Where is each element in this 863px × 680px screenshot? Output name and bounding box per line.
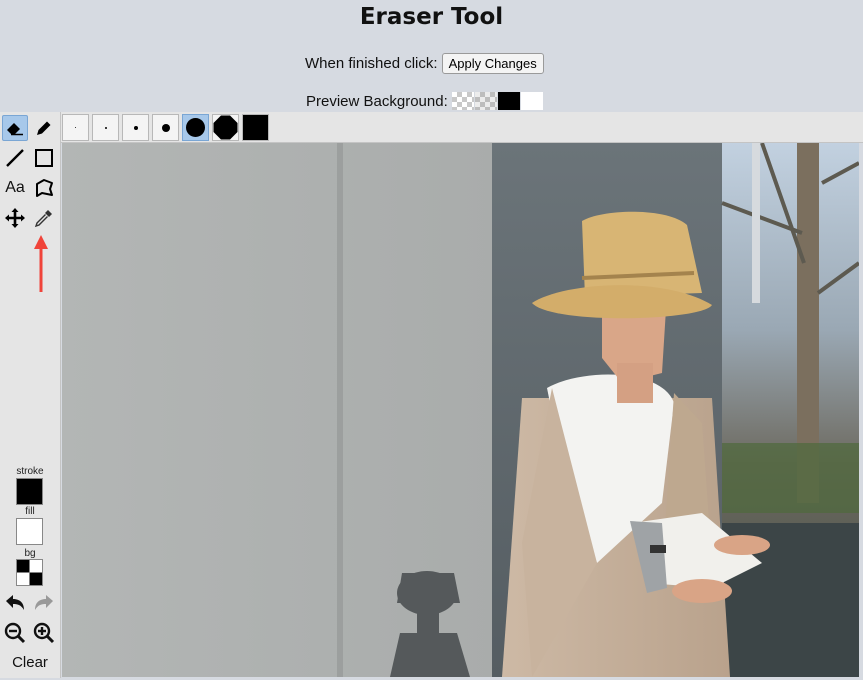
apply-row: When finished click: Apply Changes [305,53,544,74]
annotation-arrow-icon [34,235,48,292]
preview-bg-black[interactable] [497,92,520,110]
eraser-tool[interactable] [2,115,28,141]
brush-size-3[interactable] [122,114,149,141]
zoom-out-button[interactable] [2,620,28,646]
editing-canvas[interactable] [62,143,859,677]
fill-label: fill [25,506,35,517]
polygon-select-icon [36,179,53,197]
size-dot-icon [186,118,205,137]
size-dot-icon [75,127,76,128]
eraser-icon [7,123,23,136]
zoom-in-icon [33,622,55,644]
clear-button[interactable]: Clear [0,654,60,671]
pencil-tool[interactable] [31,115,57,141]
undo-icon [6,595,24,610]
brush-size-1[interactable] [62,114,89,141]
rectangle-tool[interactable] [31,145,57,171]
apply-prompt: When finished click: [305,55,438,72]
eyedropper-icon [34,210,52,228]
zoom-in-button[interactable] [31,620,57,646]
size-dot-icon [104,126,107,129]
move-tool[interactable] [2,205,28,231]
redo-icon [35,595,53,610]
rectangle-icon [35,149,53,167]
preview-label: Preview Background: [306,92,448,110]
apply-changes-button[interactable]: Apply Changes [441,53,544,74]
preview-background-row: Preview Background: [306,92,543,110]
move-icon [5,208,25,228]
page-title: Eraser Tool [359,4,504,30]
text-icon: Aa [5,179,25,196]
brush-size-6[interactable] [212,114,239,141]
brush-size-4[interactable] [152,114,179,141]
preview-bg-transparent[interactable] [451,92,474,110]
polygon-select-tool[interactable] [31,175,57,201]
left-toolbar: Aa stroke fill bg Clear [0,112,61,678]
text-tool[interactable]: Aa [2,175,28,201]
preview-bg-white[interactable] [520,92,543,110]
line-icon [6,149,24,167]
redo-button[interactable] [31,590,57,616]
zoom-out-icon [4,622,26,644]
undo-button[interactable] [2,590,28,616]
brush-size-bar [61,112,863,143]
preview-bg-gray[interactable] [474,92,497,110]
stroke-label: stroke [16,466,44,477]
bg-label: bg [24,548,36,559]
brush-size-7[interactable] [242,114,269,141]
size-dot-icon [161,123,170,132]
checker-icon [17,560,42,585]
pencil-icon [37,121,51,135]
line-tool[interactable] [2,145,28,171]
fill-color-swatch[interactable] [16,518,43,545]
brush-size-5[interactable] [182,114,209,141]
bg-color-swatch[interactable] [16,559,43,586]
brush-size-2[interactable] [92,114,119,141]
photo-image [62,143,859,677]
stroke-color-swatch[interactable] [16,478,43,505]
color-picker-tool[interactable] [31,205,57,231]
size-dot-icon [133,125,138,130]
size-square-icon [243,115,268,140]
image-editor: Aa stroke fill bg Clear [0,112,863,680]
size-octagon-icon [213,115,238,140]
